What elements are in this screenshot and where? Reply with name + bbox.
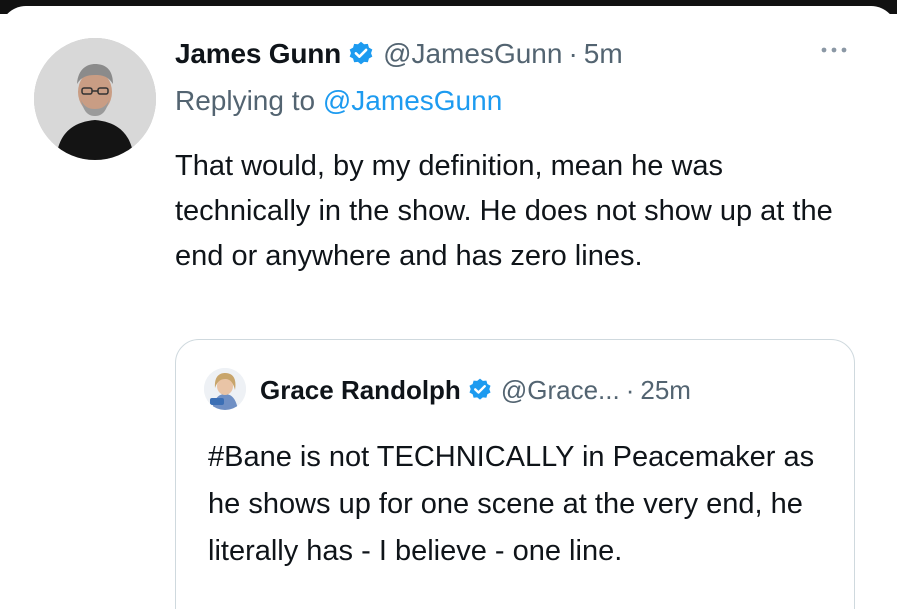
quoted-tweet-body-text: #Bane is not TECHNICALLY in Peacemaker a… [208, 441, 815, 567]
replying-to-mention[interactable]: @JamesGunn [323, 85, 502, 116]
separator-dot: · [568, 38, 578, 69]
tweet-card: James Gunn @JamesGunn · 5m Replying to @… [0, 6, 897, 609]
author-name[interactable]: James Gunn [175, 38, 341, 70]
quoted-tweet-time[interactable]: 25m [640, 375, 691, 406]
tweet-body-text: That would, by my definition, mean he wa… [175, 150, 833, 272]
quoted-avatar[interactable] [204, 368, 246, 410]
avatar[interactable] [34, 38, 156, 160]
quoted-author-name[interactable]: Grace Randolph [260, 375, 461, 406]
quoted-tweet[interactable]: Grace Randolph @Grace... · 25m #Bane is … [175, 339, 855, 609]
quoted-author-handle[interactable]: @Grace... [501, 375, 620, 406]
tweet-time[interactable]: 5m [584, 38, 623, 70]
quoted-tweet-header: Grace Randolph @Grace... · 25m [260, 370, 691, 410]
replying-to-line: Replying to @JamesGunn [175, 85, 502, 117]
verified-badge-icon [347, 40, 375, 68]
quoted-avatar-illustration [204, 368, 246, 410]
avatar-photo [34, 38, 156, 160]
verified-badge-icon [467, 377, 493, 403]
separator-dot: · [625, 374, 635, 405]
author-handle[interactable]: @JamesGunn [383, 38, 562, 70]
more-horizontal-icon[interactable] [818, 42, 850, 58]
tweet-header: James Gunn @JamesGunn · 5m [175, 34, 623, 74]
replying-prefix: Replying to [175, 85, 323, 116]
